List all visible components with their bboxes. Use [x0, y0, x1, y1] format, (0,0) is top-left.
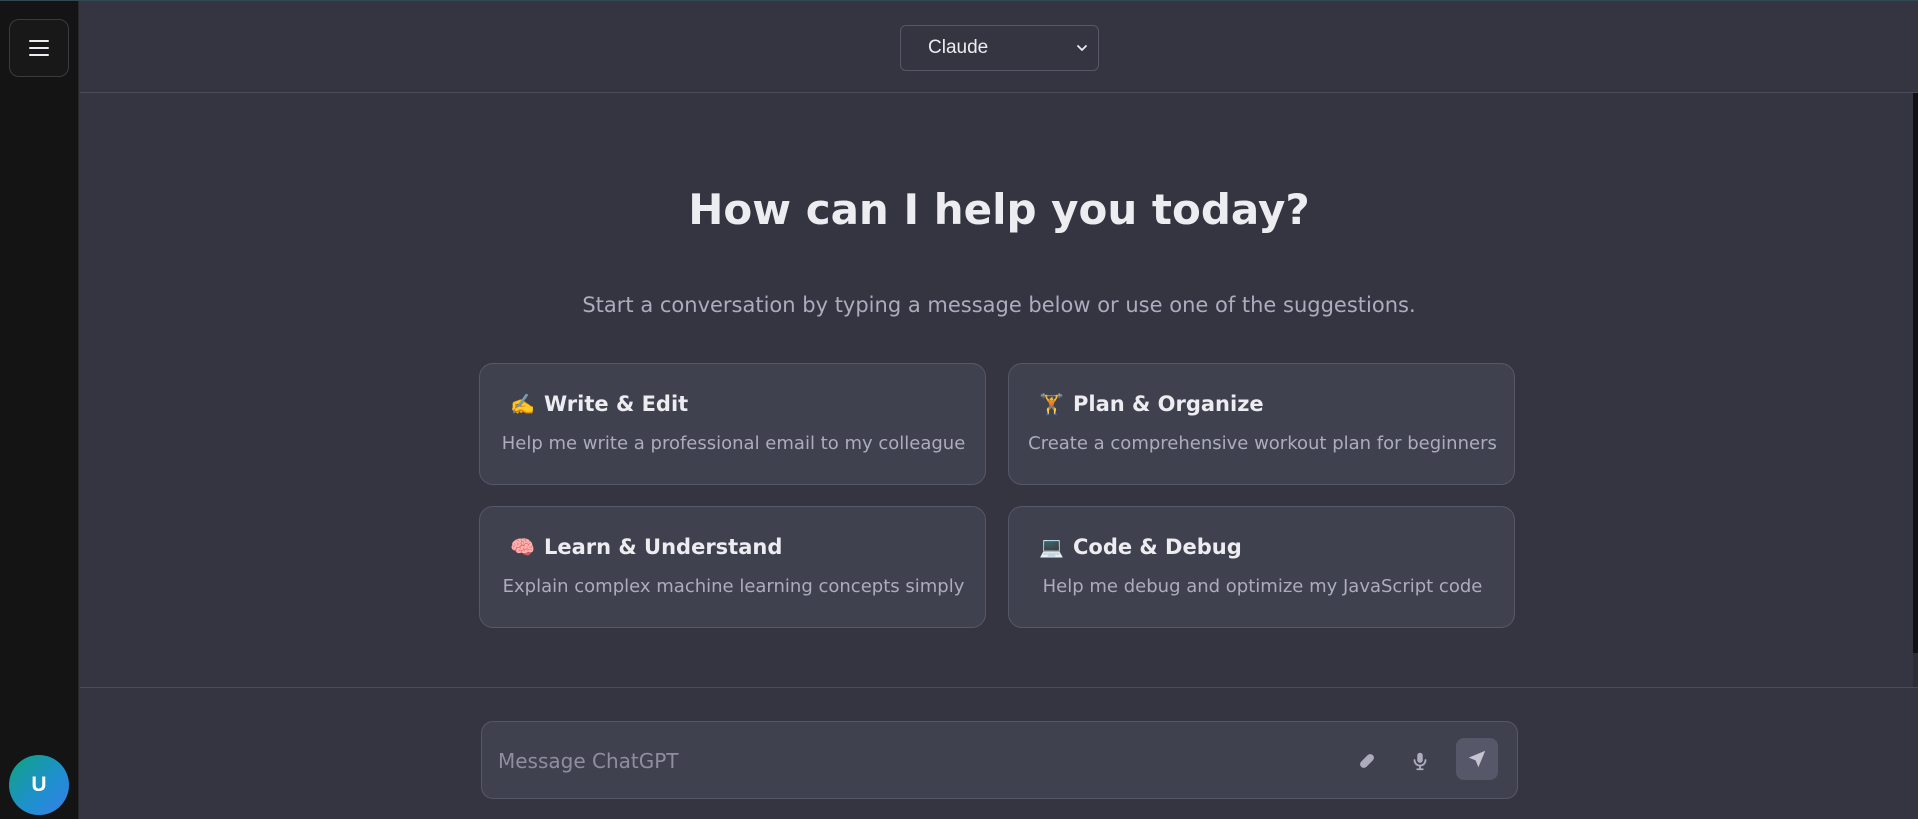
paperclip-icon — [1360, 754, 1374, 768]
user-avatar[interactable]: U — [9, 755, 69, 815]
attach-button[interactable] — [1347, 741, 1387, 781]
menu-button[interactable] — [9, 19, 69, 77]
model-select[interactable]: Claude — [900, 25, 1099, 71]
scrollbar[interactable] — [1913, 93, 1918, 687]
suggestion-description: Create a comprehensive workout plan for … — [1028, 433, 1497, 454]
model-select-value: Claude — [928, 37, 989, 58]
suggestion-title: Write & Edit — [544, 392, 689, 416]
send-button[interactable] — [1456, 738, 1498, 780]
left-rail: U — [0, 1, 79, 819]
main-panel: Claude How can I help you today? Start a… — [80, 1, 1918, 819]
message-composer — [481, 721, 1518, 799]
suggestion-card-learn-understand[interactable]: 🧠 Learn & Understand Explain complex mac… — [479, 506, 986, 628]
suggestion-title-row: 💻 Code & Debug — [1039, 535, 1242, 559]
conversation-area: How can I help you today? Start a conver… — [80, 93, 1918, 687]
send-icon — [1468, 750, 1486, 768]
weightlifter-icon: 🏋️ — [1039, 392, 1064, 416]
microphone-icon — [1413, 752, 1427, 771]
suggestion-title-row: 🧠 Learn & Understand — [510, 535, 782, 559]
page-subtitle: Start a conversation by typing a message… — [582, 293, 1416, 317]
writing-hand-icon: ✍️ — [510, 392, 535, 416]
avatar-initial: U — [31, 773, 47, 796]
app-window: U Claude How can I help you today? Start… — [0, 0, 1918, 819]
suggestion-card-write-edit[interactable]: ✍️ Write & Edit Help me write a professi… — [479, 363, 986, 485]
scrollbar-thumb[interactable] — [1913, 93, 1918, 653]
laptop-icon: 💻 — [1039, 535, 1064, 559]
page-title: How can I help you today? — [688, 185, 1310, 234]
suggestion-title: Code & Debug — [1073, 535, 1242, 559]
top-bar: Claude — [80, 1, 1918, 93]
hamburger-icon — [29, 40, 49, 56]
message-input[interactable] — [498, 744, 1318, 778]
voice-input-button[interactable] — [1400, 741, 1440, 781]
suggestion-title-row: ✍️ Write & Edit — [510, 392, 688, 416]
suggestion-description: Explain complex machine learning concept… — [502, 576, 965, 597]
composer-area — [80, 687, 1918, 819]
suggestion-title-row: 🏋️ Plan & Organize — [1039, 392, 1264, 416]
suggestion-description: Help me write a professional email to my… — [501, 433, 966, 454]
brain-icon: 🧠 — [510, 535, 535, 559]
suggestion-title: Learn & Understand — [544, 535, 783, 559]
suggestion-description: Help me debug and optimize my JavaScript… — [1042, 576, 1483, 597]
suggestion-title: Plan & Organize — [1073, 392, 1264, 416]
suggestion-card-code-debug[interactable]: 💻 Code & Debug Help me debug and optimiz… — [1008, 506, 1515, 628]
chevron-down-icon — [1077, 45, 1087, 51]
suggestion-card-plan-organize[interactable]: 🏋️ Plan & Organize Create a comprehensiv… — [1008, 363, 1515, 485]
